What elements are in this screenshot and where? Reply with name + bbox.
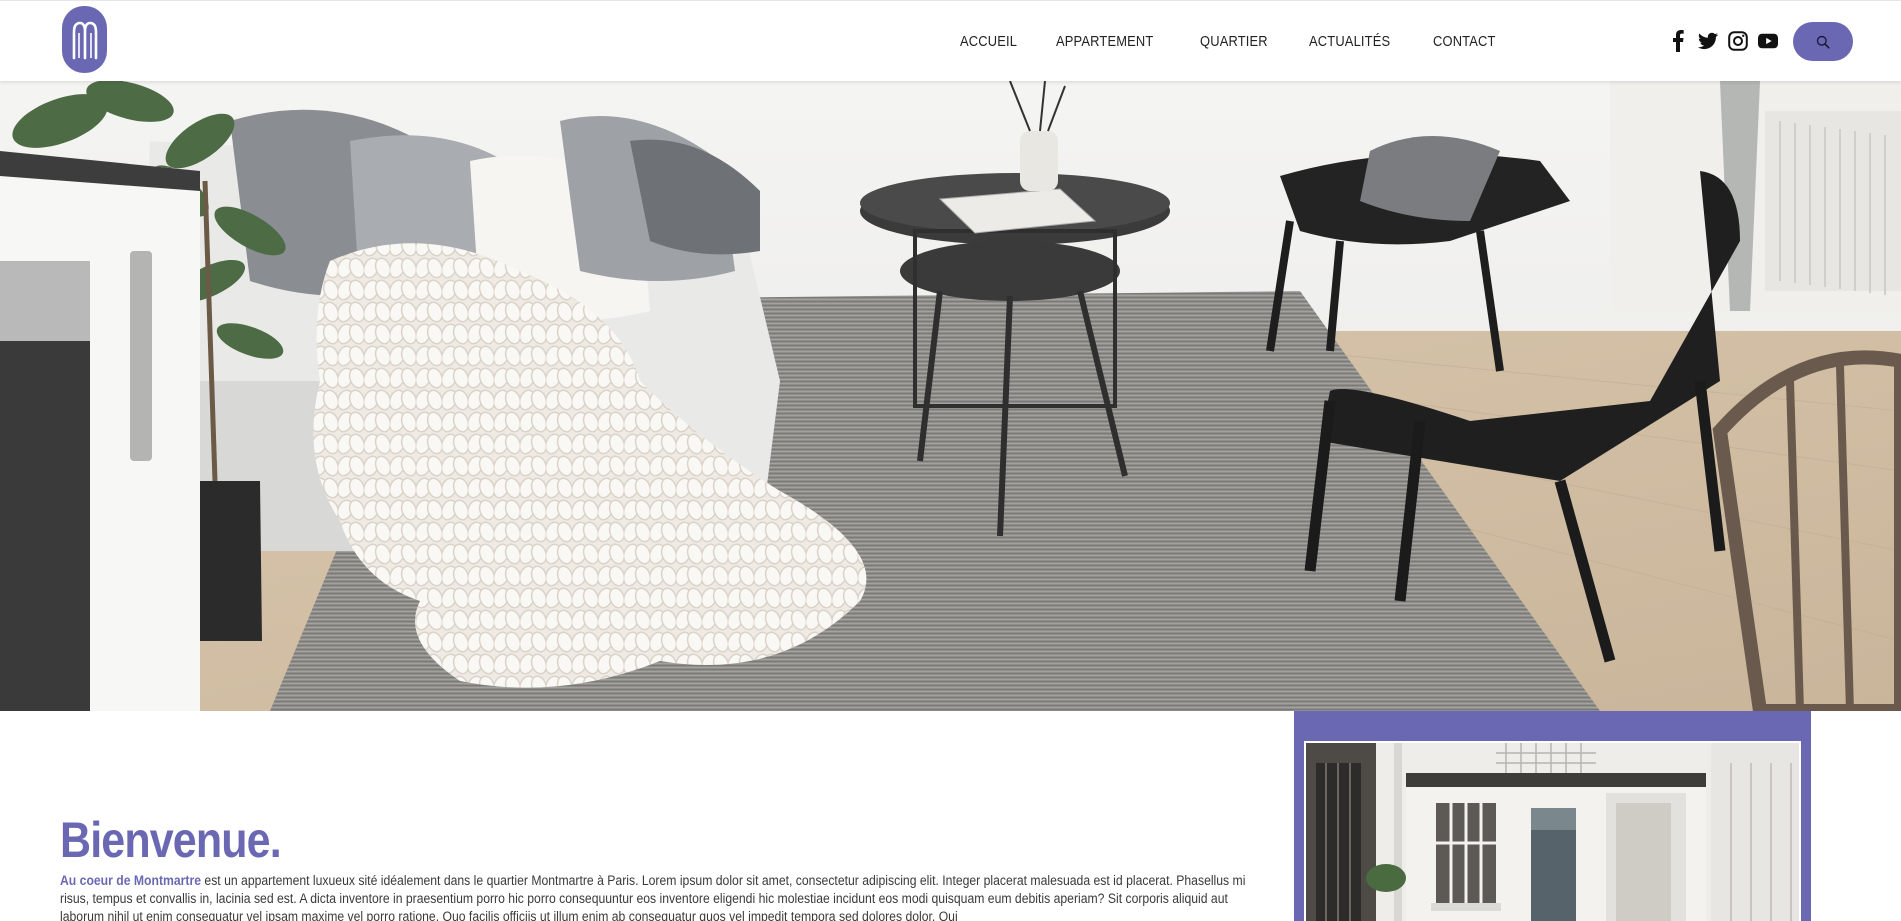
logo[interactable]	[62, 6, 107, 73]
intro-paragraph: Au coeur de Montmartre est un appartemen…	[60, 872, 1273, 921]
logo-m-icon	[72, 21, 97, 59]
site-header: ACCUEIL APPARTEMENT QUARTIER ACTUALITÉS …	[0, 0, 1901, 81]
nav-item-contact[interactable]: CONTACT	[1433, 33, 1496, 50]
side-panel	[1294, 711, 1811, 921]
nav-item-actualites[interactable]: ACTUALITÉS	[1309, 33, 1390, 50]
search-button[interactable]	[1793, 22, 1853, 61]
main-nav: ACCUEIL APPARTEMENT QUARTIER ACTUALITÉS …	[960, 1, 1536, 82]
courtyard-photo[interactable]	[1304, 741, 1801, 921]
nav-item-appartement[interactable]: APPARTEMENT	[1056, 33, 1153, 50]
search-icon	[1816, 35, 1830, 49]
facebook-icon[interactable]	[1668, 30, 1688, 52]
twitter-icon[interactable]	[1698, 30, 1718, 52]
social-links	[1668, 27, 1778, 55]
intro-text: est un appartement luxueux sité idéaleme…	[60, 873, 1246, 921]
intro-highlight: Au coeur de Montmartre	[60, 873, 202, 889]
instagram-icon[interactable]	[1728, 30, 1748, 52]
nav-item-accueil[interactable]: ACCUEIL	[960, 33, 1017, 50]
youtube-icon[interactable]	[1758, 30, 1778, 52]
welcome-section: Bienvenue. Au coeur de Montmartre est un…	[60, 812, 1270, 921]
page-title: Bienvenue.	[60, 812, 282, 868]
hero-image	[0, 81, 1901, 711]
nav-item-quartier[interactable]: QUARTIER	[1200, 33, 1268, 50]
